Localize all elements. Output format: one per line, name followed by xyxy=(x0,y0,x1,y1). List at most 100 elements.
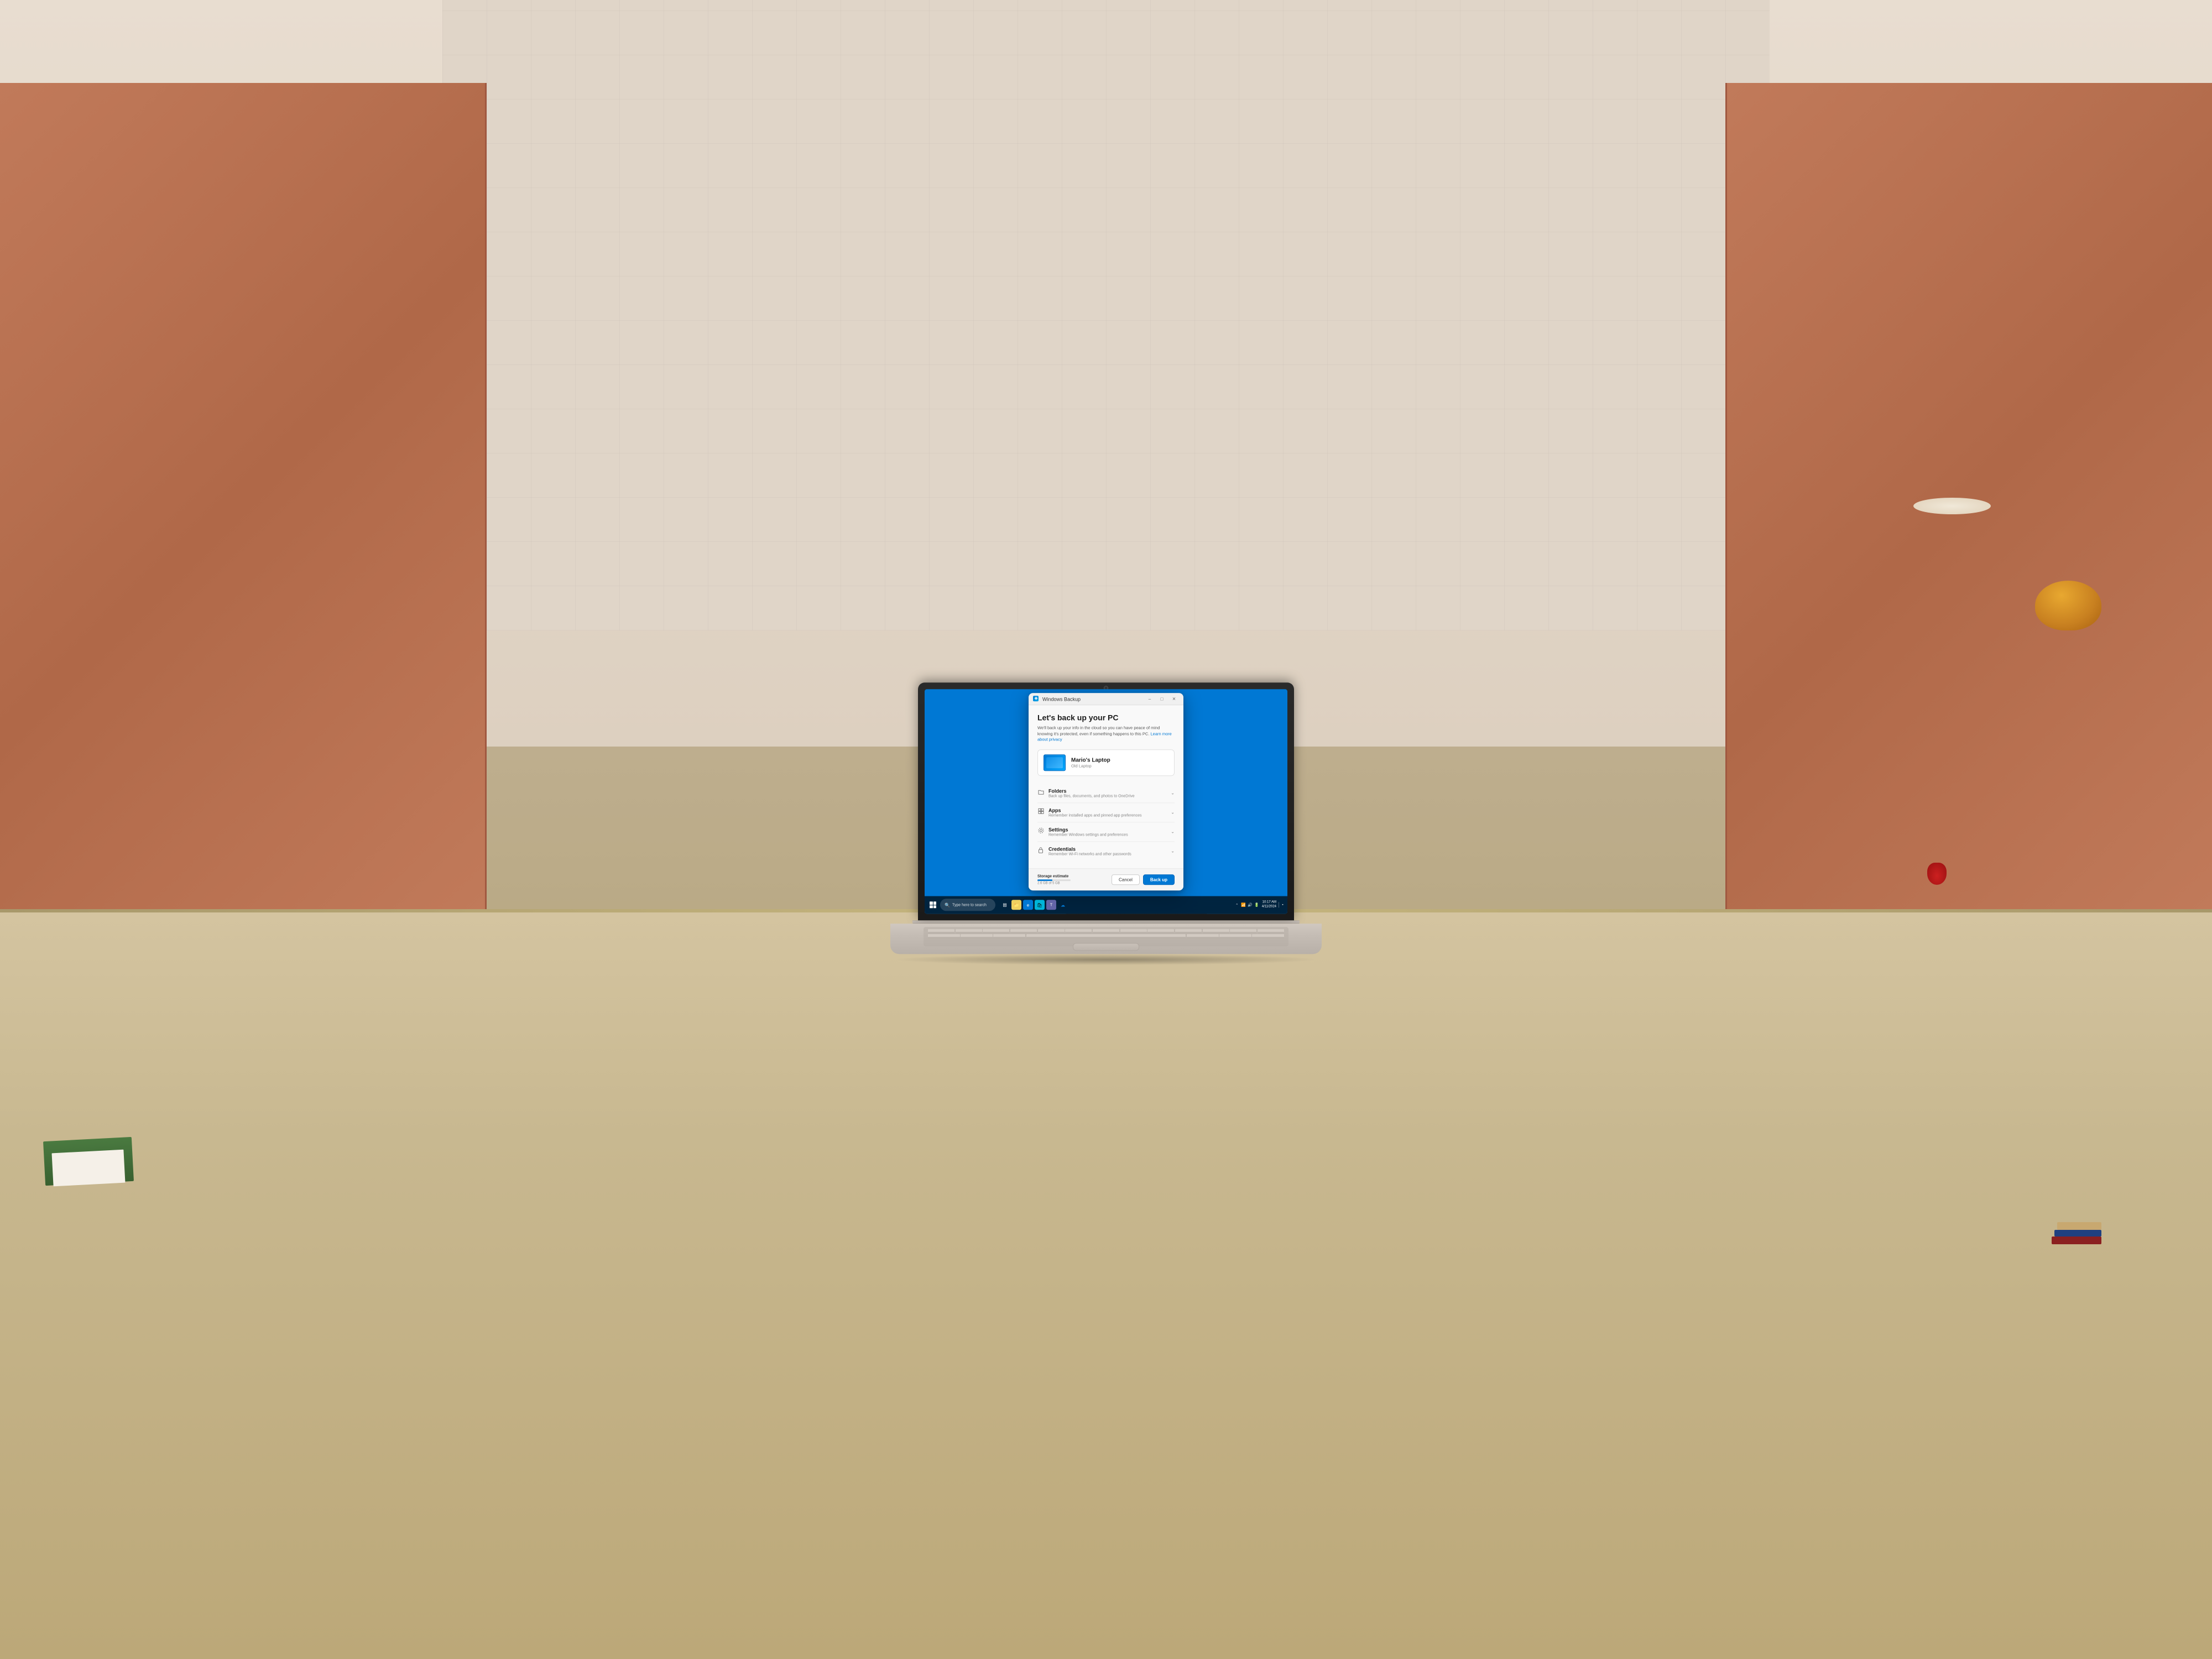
tray-up-arrow-icon[interactable]: ⌃ xyxy=(1234,902,1240,907)
keyboard-rows xyxy=(924,927,1288,940)
device-thumbnail xyxy=(1044,754,1066,771)
taskbar-app-edge[interactable]: e xyxy=(1023,900,1033,910)
food-bowl xyxy=(2035,581,2101,630)
apps-icon xyxy=(1037,808,1044,815)
book-stack-left xyxy=(44,1128,144,1194)
book-pages xyxy=(52,1150,126,1187)
key xyxy=(928,929,954,933)
start-pane-4 xyxy=(933,905,937,909)
taskbar-app-teams[interactable]: T xyxy=(1046,900,1056,910)
desk-surface xyxy=(0,912,2212,1659)
cancel-button[interactable]: Cancel xyxy=(1112,874,1140,885)
credentials-chevron-icon: ⌄ xyxy=(1171,849,1175,854)
accordion-folders-left: Folders Back up files, documents, and ph… xyxy=(1037,788,1135,798)
key xyxy=(1147,929,1174,933)
touchpad[interactable] xyxy=(1073,943,1139,951)
taskbar-clock[interactable]: 10:17 AM 4/11/2024 xyxy=(1262,900,1276,909)
taskbar-app-explorer[interactable]: 📁 xyxy=(1011,900,1021,910)
apps-label: Apps xyxy=(1048,807,1142,813)
close-button[interactable]: ✕ xyxy=(1169,695,1179,703)
dialog-title-text: Windows Backup xyxy=(1042,696,1145,702)
key xyxy=(1093,929,1119,933)
accordion-settings-left: Settings Remember Windows settings and p… xyxy=(1037,827,1128,837)
device-info: Mario's Laptop Old Laptop xyxy=(1071,757,1110,768)
search-icon: 🔍 xyxy=(945,902,950,907)
start-icon xyxy=(930,901,936,908)
laptop: Windows Backup – □ ✕ Let's back up your … xyxy=(890,682,1322,965)
book-tan xyxy=(2057,1222,2101,1230)
device-type: Old Laptop xyxy=(1071,763,1110,768)
taskbar-app-taskview[interactable]: ⊞ xyxy=(1000,900,1010,910)
key-space xyxy=(1026,934,1186,938)
key xyxy=(1120,929,1147,933)
dialog-main-title: Let's back up your PC xyxy=(1037,713,1175,722)
book-red xyxy=(2052,1237,2101,1244)
key xyxy=(1258,929,1284,933)
backup-app-icon xyxy=(1033,696,1039,701)
laptop-shadow xyxy=(893,954,1319,965)
credentials-desc: Remember Wi-Fi networks and other passwo… xyxy=(1048,852,1131,856)
key xyxy=(956,929,982,933)
dialog-content: Let's back up your PC We'll back up your… xyxy=(1029,706,1183,869)
tray-icons: ⌃ 📶 🔊 🔋 xyxy=(1234,902,1260,907)
accordion-apps: Apps Remember installed apps and pinned … xyxy=(1037,803,1175,822)
book-stack-right xyxy=(2046,1200,2101,1244)
keyboard-row-2 xyxy=(928,934,1284,938)
key xyxy=(1203,929,1229,933)
dialog-titlebar: Windows Backup – □ ✕ xyxy=(1029,693,1183,706)
settings-icon xyxy=(1037,827,1044,834)
key xyxy=(1065,929,1092,933)
food-plate xyxy=(1913,498,1991,514)
key xyxy=(983,929,1009,933)
taskbar-app-store[interactable]: 🛍 xyxy=(1035,900,1045,910)
storage-bar-background xyxy=(1037,879,1071,881)
start-button[interactable] xyxy=(928,900,938,910)
clock-date: 4/11/2024 xyxy=(1262,905,1276,909)
accordion-credentials-left: Credentials Remember Wi-Fi networks and … xyxy=(1037,846,1131,856)
taskbar-app-icons: ⊞ 📁 e 🛍 T ☁ xyxy=(1000,900,1068,910)
accordion-credentials-header[interactable]: Credentials Remember Wi-Fi networks and … xyxy=(1037,846,1175,856)
dialog-footer: Storage estimate 2.6 GB of 5 GB Cancel B… xyxy=(1029,868,1183,890)
accordion-folders-text: Folders Back up files, documents, and ph… xyxy=(1048,788,1135,798)
key xyxy=(1230,929,1256,933)
accordion-apps-text: Apps Remember installed apps and pinned … xyxy=(1048,807,1142,817)
strawberry xyxy=(1927,863,1947,885)
key xyxy=(1038,929,1065,933)
search-placeholder-text: Type here to search xyxy=(952,903,987,907)
device-card: Mario's Laptop Old Laptop xyxy=(1037,749,1175,776)
taskbar-app-onedrive[interactable]: ☁ xyxy=(1058,900,1068,910)
show-desktop-button[interactable]: ▪ xyxy=(1279,902,1284,907)
folders-desc: Back up files, documents, and photos to … xyxy=(1048,794,1135,798)
tray-volume-icon[interactable]: 🔊 xyxy=(1248,902,1253,907)
keyboard-row-1 xyxy=(928,929,1284,933)
device-name: Mario's Laptop xyxy=(1071,757,1110,763)
minimize-button[interactable]: – xyxy=(1145,695,1155,703)
folder-icon xyxy=(1037,789,1044,795)
key xyxy=(1187,934,1219,938)
accordion-settings-header[interactable]: Settings Remember Windows settings and p… xyxy=(1037,827,1175,837)
book-blue xyxy=(2054,1230,2101,1237)
taskbar-search[interactable]: 🔍 Type here to search xyxy=(940,899,995,911)
maximize-button[interactable]: □ xyxy=(1157,695,1167,703)
laptop-base xyxy=(890,924,1322,954)
storage-bar-fill xyxy=(1037,879,1052,881)
cabinet-left xyxy=(0,83,487,912)
key xyxy=(961,934,993,938)
storage-label: Storage estimate xyxy=(1037,874,1071,878)
device-screen-mini xyxy=(1046,757,1063,768)
kitchen-tiles xyxy=(442,0,1770,630)
accordion-apps-header[interactable]: Apps Remember installed apps and pinned … xyxy=(1037,807,1175,817)
backup-button[interactable]: Back up xyxy=(1143,874,1175,885)
key xyxy=(928,934,960,938)
tray-network-icon[interactable]: 📶 xyxy=(1241,902,1246,907)
clock-time: 10:17 AM xyxy=(1262,900,1276,905)
accordion-credentials-text: Credentials Remember Wi-Fi networks and … xyxy=(1048,846,1131,856)
start-pane-2 xyxy=(933,901,937,905)
dialog-title-icon xyxy=(1033,696,1040,702)
accordion-folders-header[interactable]: Folders Back up files, documents, and ph… xyxy=(1037,788,1175,798)
key xyxy=(993,934,1025,938)
cabinet-right xyxy=(1725,83,2212,912)
storage-value: 2.6 GB of 5 GB xyxy=(1037,881,1071,885)
key xyxy=(1219,934,1251,938)
tray-battery-icon[interactable]: 🔋 xyxy=(1254,902,1260,907)
